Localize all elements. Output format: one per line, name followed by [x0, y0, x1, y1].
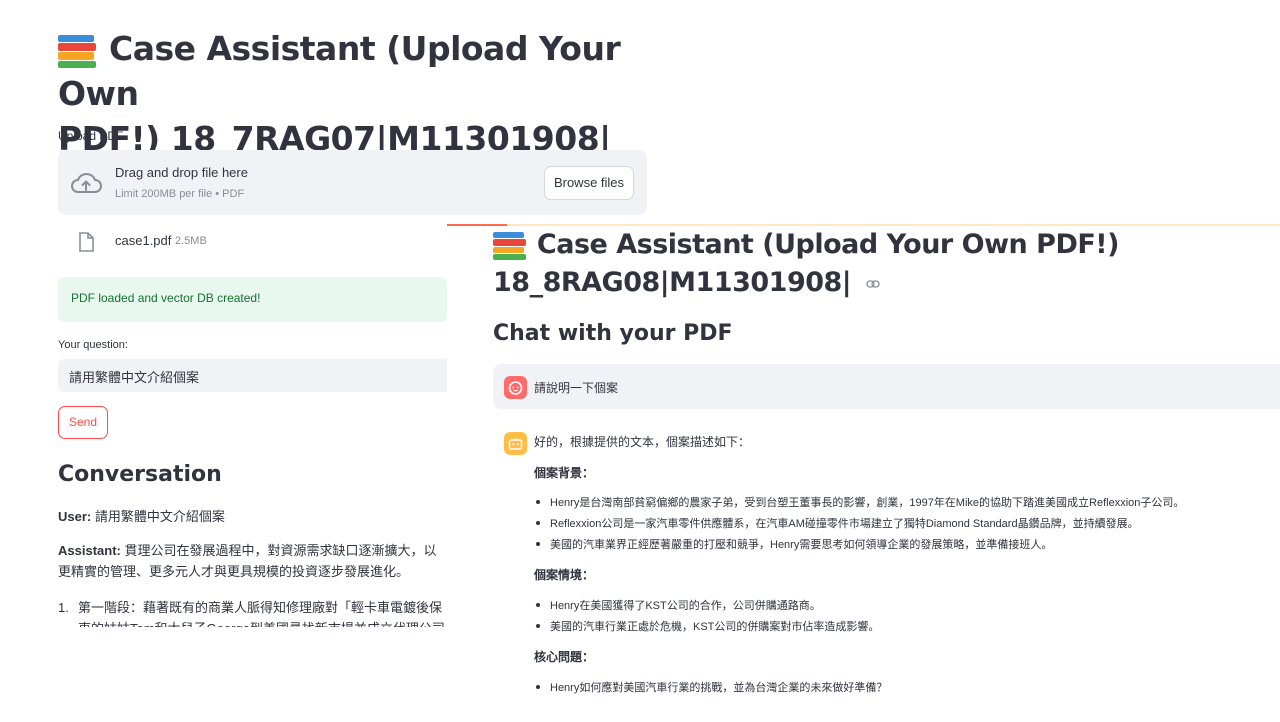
file-icon [79, 232, 94, 252]
page-title-line-1: Case Assistant (Upload Your Own PDF!) [536, 229, 1120, 260]
list-item: 美國的汽車業界正經歷著嚴重的打壓和競爭，Henry需要思考如何領導企業的發展策略… [536, 536, 1052, 552]
conversation-list: 1.第一階段：藉著既有的商業人脈得知修理廠對「輕卡車電鍍後保 東的姑姑Tom和大… [58, 597, 447, 627]
dropzone-title: Drag and drop file here [115, 165, 248, 180]
page-title: Case Assistant (Upload Your Own PDF!) 18… [58, 26, 658, 161]
books-icon [493, 231, 528, 261]
list-item-text: 美國的汽車業界正經歷著嚴重的打壓和競爭，Henry需要思考如何領導企業的發展策略… [550, 539, 1053, 551]
file-dropzone[interactable]: Drag and drop file here Limit 200MB per … [58, 150, 647, 215]
list-item-text: Henry是台灣南部貧窮偏鄉的農家子弟，受到台塑王董事長的影響，創業，1997年… [550, 497, 1185, 509]
list-item: 美國的汽車行業正處於危機，KST公司的併購案對市佔率造成影響。 [536, 618, 879, 634]
user-chat-message: 請說明一下個案 [493, 364, 1280, 409]
list-item-continued: 東的姑姑Tom和大兒子George到美國尋找新市場並成立代理公司 [58, 618, 447, 627]
list-item: Henry如何應對美國汽車行業的挑戰，並為台灣企業的未來做好準備？ [536, 679, 887, 695]
conversation-assistant-line: Assistant: 貫理公司在發展過程中，對資源需求缺口逐漸擴大，以更精實的管… [58, 540, 447, 584]
file-name: case1.pdf [115, 233, 172, 248]
list-item-text: 美國的汽車行業正處於危機，KST公司的併購案對市佔率造成影響。 [550, 621, 880, 633]
right-app-window: Case Assistant (Upload Your Own PDF!) 18… [447, 224, 1280, 722]
question-input[interactable]: 請用繁體中文介紹個案 [58, 359, 447, 392]
list-item: Henry在美國獲得了KST公司的合作，公司併購通路商。 [536, 597, 821, 613]
chat-heading: Chat with your PDF [493, 321, 733, 346]
bot-message-intro: 好的，根據提供的文本，個案描述如下： [534, 435, 751, 449]
user-text: 請用繁體中文介紹個案 [94, 509, 225, 524]
list-item-text: 第一階段：藉著既有的商業人脈得知修理廠對「輕卡車電鍍後保 [78, 600, 443, 615]
list-item-text: Henry在美國獲得了KST公司的合作，公司併購通路商。 [550, 600, 821, 612]
list-item: Henry是台灣南部貧窮偏鄉的農家子弟，受到台塑王董事長的影響，創業，1997年… [536, 494, 1184, 510]
browse-files-button[interactable]: Browse files [544, 166, 634, 200]
assistant-prefix: Assistant: [58, 543, 121, 558]
list-item: Reflexxion公司是一家汽車零件供應體系，在汽車AM碰撞零件市場建立了獨特… [536, 515, 1139, 531]
user-prefix: User: [58, 509, 92, 524]
success-message: PDF loaded and vector DB created! [71, 291, 261, 305]
user-message-text: 請說明一下個案 [534, 381, 619, 395]
books-icon [58, 33, 98, 69]
page-title-line-1: Case Assistant (Upload Your Own [58, 29, 621, 113]
cloud-upload-icon [71, 173, 102, 193]
success-alert: PDF loaded and vector DB created! [58, 277, 447, 322]
bot-avatar-icon [504, 432, 527, 455]
user-avatar-icon [504, 376, 527, 399]
question-label: Your question: [58, 339, 128, 351]
file-size: 2.5MB [175, 235, 207, 247]
uploaded-file: case1.pdf 2.5MB [78, 230, 278, 254]
question-input-value: 請用繁體中文介紹個案 [69, 370, 200, 385]
list-item-text: Henry如何應對美國汽車行業的挑戰，並為台灣企業的未來做好準備？ [550, 682, 888, 694]
send-button[interactable]: Send [58, 406, 108, 439]
page-title-line-2: 18_8RAG08|M11301908| [493, 267, 852, 298]
dropzone-limit: Limit 200MB per file • PDF [115, 188, 245, 200]
list-item: 1. 第一階段：藉著既有的商業人脈得知修理廠對「輕卡車電鍍後保 [58, 600, 443, 615]
list-item-text: Reflexxion公司是一家汽車零件供應體系，在汽車AM碰撞零件市場建立了獨特… [550, 518, 1139, 530]
section-heading: 個案情境： [534, 568, 595, 582]
link-icon[interactable] [866, 279, 880, 289]
conversation-user-line: User: 請用繁體中文介紹個案 [58, 506, 225, 525]
section-heading: 個案背景： [534, 466, 595, 480]
section-heading: 核心問題： [534, 650, 595, 664]
page-title: Case Assistant (Upload Your Own PDF!) 18… [493, 226, 1253, 302]
upload-label: Upload PDF [58, 129, 124, 143]
conversation-heading: Conversation [58, 462, 222, 487]
